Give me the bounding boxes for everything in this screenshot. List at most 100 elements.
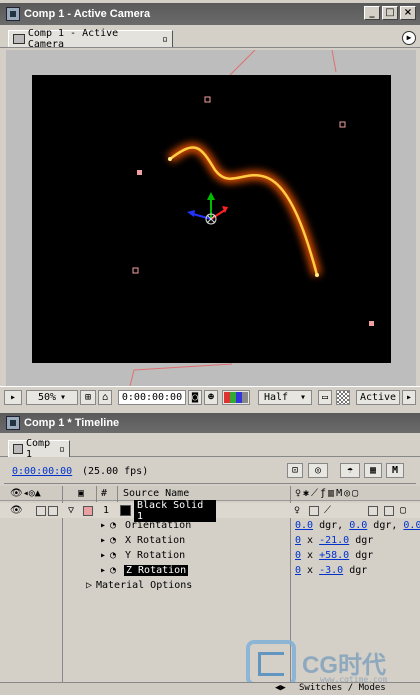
- channel-icon[interactable]: [222, 390, 250, 405]
- app-icon: [6, 7, 20, 21]
- fps-label: (25.00 fps): [82, 465, 149, 477]
- orientation-z-value[interactable]: 0.0: [403, 520, 420, 531]
- zoom-value: 50%: [37, 392, 57, 403]
- twirl-icon[interactable]: ▸: [100, 565, 106, 576]
- layer-handle[interactable]: [369, 321, 374, 326]
- mask-icon[interactable]: ⌂: [98, 390, 112, 405]
- region-of-interest-icon[interactable]: ▭: [318, 390, 332, 405]
- timeline-footer: ◀▶ Switches / Modes: [0, 682, 420, 695]
- 3d-view-value: Active: [359, 392, 397, 403]
- property-name: Y Rotation: [125, 550, 186, 561]
- timeline-title: Comp 1 * Timeline: [24, 417, 120, 429]
- stopwatch-icon[interactable]: ◔: [110, 550, 116, 561]
- orientation-x-value[interactable]: 0.0: [295, 520, 313, 531]
- viewer-title: Comp 1 - Active Camera: [24, 8, 151, 20]
- number-column-header: #: [101, 488, 108, 499]
- revolutions-value[interactable]: 0: [295, 535, 301, 546]
- 3d-view-select[interactable]: Active: [356, 390, 400, 405]
- solo-box[interactable]: [36, 505, 46, 516]
- twirl-icon[interactable]: ▷: [86, 580, 92, 591]
- degrees-value[interactable]: -21.0: [319, 535, 349, 546]
- watermark-logo: [246, 640, 296, 686]
- orientation-y-value[interactable]: 0.0: [349, 520, 367, 531]
- property-name: Orientation: [125, 520, 192, 531]
- resolution-select[interactable]: Half ▾: [258, 390, 312, 405]
- comp-flowchart-icon[interactable]: ⊡: [287, 463, 303, 478]
- composition-viewer[interactable]: [0, 50, 420, 386]
- layer-handle[interactable]: [137, 170, 142, 175]
- maximize-button[interactable]: □: [382, 6, 398, 20]
- degrees-value[interactable]: +58.0: [319, 550, 349, 561]
- viewer-controls: ▸ 50% ▾ ⊞ ⌂ 0:00:00:00 ◙ ☻ Half ▾ ▭ Active…: [0, 386, 420, 406]
- twirl-icon[interactable]: ▸: [100, 535, 106, 546]
- panel-splitter-arrows[interactable]: ◀▶: [275, 683, 286, 693]
- minimize-button[interactable]: _: [364, 6, 380, 20]
- frame-blending-icon[interactable]: ▦: [364, 463, 382, 478]
- tab-close-icon[interactable]: ▫: [162, 34, 168, 45]
- comp-icon: [13, 34, 25, 44]
- revolutions-value[interactable]: 0: [295, 550, 301, 561]
- snapshot-icon[interactable]: ◙: [188, 390, 202, 405]
- shy-icon[interactable]: ☂: [340, 463, 360, 478]
- safe-zones-icon[interactable]: ⊞: [80, 390, 96, 405]
- av-features-icon: 👁◂◎▲: [10, 488, 41, 499]
- zoom-select[interactable]: 50% ▾: [26, 390, 78, 405]
- enable-motion-blur-icon[interactable]: M: [386, 463, 404, 478]
- path-vertex[interactable]: [315, 273, 319, 277]
- camera-frame-line: [331, 50, 337, 73]
- property-name: X Rotation: [125, 535, 186, 546]
- property-row-x-rotation: ▸ ◔ X Rotation 0 x -21.0 dgr: [100, 535, 374, 546]
- property-row-z-rotation: ▸ ◔ Z Rotation 0 x -3.0 dgr: [100, 565, 368, 576]
- 3d-layer-icon[interactable]: ▢: [400, 505, 406, 516]
- layer-index: 1: [103, 505, 110, 516]
- stopwatch-icon[interactable]: ◔: [110, 565, 116, 576]
- panel-menu-icon[interactable]: ▶: [402, 31, 416, 45]
- current-time-field[interactable]: 0:00:00:00: [118, 390, 186, 405]
- motion-blur-switch[interactable]: [368, 505, 378, 516]
- property-name-selected[interactable]: Z Rotation: [124, 565, 189, 576]
- tab-close-icon[interactable]: ▫: [59, 444, 65, 455]
- viewer-titlebar[interactable]: Comp 1 - Active Camera _ □ ×: [0, 3, 420, 25]
- stopwatch-icon[interactable]: ◔: [110, 520, 116, 531]
- timeline-panel: Comp 1 ▫ 0:00:00:00 (25.00 fps) ⊡ ◎ ☂ ▦ …: [0, 437, 420, 695]
- always-preview-icon[interactable]: ▸: [4, 390, 22, 405]
- property-row-y-rotation: ▸ ◔ Y Rotation 0 x +58.0 dgr: [100, 550, 374, 561]
- timeline-timecode[interactable]: 0:00:00:00: [12, 466, 72, 477]
- expand-triangle-icon[interactable]: ▽: [68, 505, 74, 516]
- path-vertex[interactable]: [168, 157, 172, 161]
- show-snapshot-icon[interactable]: ☻: [204, 390, 218, 405]
- stopwatch-icon[interactable]: ◔: [110, 535, 116, 546]
- timeline-titlebar[interactable]: Comp 1 * Timeline: [0, 413, 420, 433]
- resolution-value: Half: [263, 392, 289, 403]
- degrees-value[interactable]: -3.0: [319, 565, 343, 576]
- collapse-switch-icon[interactable]: ♀: [294, 505, 300, 516]
- camera-frame-line: [229, 50, 256, 76]
- transparency-grid-icon[interactable]: [336, 390, 350, 405]
- quality-switch[interactable]: [309, 505, 319, 516]
- adjustment-layer-switch[interactable]: [384, 505, 394, 516]
- switches-modes-toggle[interactable]: Switches / Modes: [299, 683, 386, 693]
- tab-active-camera[interactable]: Comp 1 - Active Camera ▫: [8, 28, 173, 50]
- material-options-row[interactable]: ▷ Material Options: [0, 578, 420, 593]
- motion-blur-icon[interactable]: ◎: [308, 463, 328, 478]
- effect-switch-icon[interactable]: ⟋: [324, 505, 331, 516]
- lock-box[interactable]: [48, 505, 58, 516]
- tab-comp-1[interactable]: Comp 1 ▫: [8, 438, 70, 460]
- label-color-swatch[interactable]: [83, 505, 93, 516]
- tab-label: Comp 1 - Active Camera: [27, 28, 119, 50]
- layer-row[interactable]: 👁 ▽ 1 Black Solid 1 ♀ ⟋ ▢: [0, 499, 420, 522]
- revolutions-value[interactable]: 0: [295, 565, 301, 576]
- eye-icon[interactable]: 👁: [10, 505, 23, 516]
- camera-frame-line: [133, 363, 233, 371]
- close-button[interactable]: ×: [400, 6, 416, 20]
- timecode-row: 0:00:00:00 (25.00 fps) ⊡ ◎ ☂ ▦ M: [0, 463, 420, 479]
- comp-icon: [13, 444, 24, 454]
- camera-frame-line: [129, 369, 135, 386]
- twirl-icon[interactable]: ▸: [100, 550, 106, 561]
- viewer-timecode: 0:00:00:00: [121, 392, 183, 403]
- twirl-icon[interactable]: ▸: [100, 520, 106, 531]
- view-menu-arrow[interactable]: ▸: [402, 390, 416, 405]
- property-row-orientation: ▸ ◔ Orientation 0.0 dgr, 0.0 dgr, 0.0: [100, 520, 420, 531]
- app-icon: [6, 416, 20, 430]
- tab-label: Comp 1: [26, 438, 51, 460]
